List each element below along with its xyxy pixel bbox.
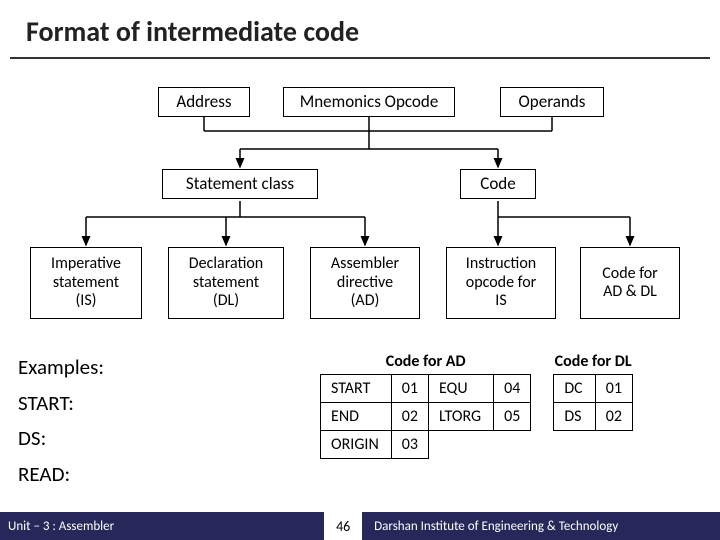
example-item: DS: bbox=[18, 421, 104, 457]
example-item: READ: bbox=[18, 457, 104, 493]
footer-institute: Darshan Institute of Engineering & Techn… bbox=[374, 519, 720, 534]
table-dl: DC 01 DS 02 bbox=[553, 374, 633, 431]
table-row: DS 02 bbox=[554, 403, 633, 431]
node-mnemonics-opcode: Mnemonics Opcode bbox=[283, 87, 455, 117]
examples-block: Examples: START: DS: READ: bbox=[18, 350, 104, 493]
diagram-area: Address Mnemonics Opcode Operands Statem… bbox=[0, 59, 720, 359]
node-instruction-opcode: Instruction opcode for IS bbox=[446, 247, 556, 319]
table-code-ad: Code for AD START 01 EQU 04 END 02 LTORG… bbox=[320, 352, 531, 459]
table-code-dl: Code for DL DC 01 DS 02 bbox=[553, 352, 633, 431]
cell: 01 bbox=[391, 375, 428, 403]
table-dl-title: Code for DL bbox=[553, 352, 633, 371]
node-code: Code bbox=[460, 169, 536, 199]
cell: LTORG bbox=[428, 403, 493, 431]
cell: EQU bbox=[428, 375, 493, 403]
cell: 01 bbox=[595, 375, 632, 403]
cell: DS bbox=[554, 403, 595, 431]
table-row: DC 01 bbox=[554, 375, 633, 403]
cell: 02 bbox=[391, 403, 428, 431]
footer-page-number: 46 bbox=[324, 512, 362, 540]
cell: END bbox=[321, 403, 392, 431]
table-row: ORIGIN 03 bbox=[321, 431, 531, 459]
node-address: Address bbox=[158, 87, 250, 117]
table-ad: START 01 EQU 04 END 02 LTORG 05 ORIGIN 0… bbox=[320, 374, 531, 459]
node-declaration-statement: Declaration statement (DL) bbox=[168, 247, 284, 319]
table-row: END 02 LTORG 05 bbox=[321, 403, 531, 431]
table-row: START 01 EQU 04 bbox=[321, 375, 531, 403]
node-assembler-directive: Assembler directive (AD) bbox=[310, 247, 420, 319]
cell: 04 bbox=[494, 375, 531, 403]
node-imperative-statement: Imperative statement (IS) bbox=[30, 247, 142, 319]
cell-empty bbox=[494, 431, 531, 459]
node-operands: Operands bbox=[500, 87, 604, 117]
cell: 02 bbox=[595, 403, 632, 431]
slide-title: Format of intermediate code bbox=[10, 0, 710, 59]
cell: START bbox=[321, 375, 392, 403]
cell: 05 bbox=[494, 403, 531, 431]
cell-empty bbox=[428, 431, 493, 459]
cell: ORIGIN bbox=[321, 431, 392, 459]
footer-unit: Unit – 3 : Assembler bbox=[0, 519, 114, 534]
example-item: START: bbox=[18, 386, 104, 422]
node-code-ad-dl: Code for AD & DL bbox=[580, 247, 680, 319]
table-ad-title: Code for AD bbox=[320, 352, 531, 371]
tables-area: Code for AD START 01 EQU 04 END 02 LTORG… bbox=[320, 352, 633, 459]
node-statement-class: Statement class bbox=[162, 169, 318, 199]
cell: 03 bbox=[391, 431, 428, 459]
examples-heading: Examples: bbox=[18, 350, 104, 386]
cell: DC bbox=[554, 375, 595, 403]
footer-bar: Unit – 3 : Assembler 46 Darshan Institut… bbox=[0, 512, 720, 540]
